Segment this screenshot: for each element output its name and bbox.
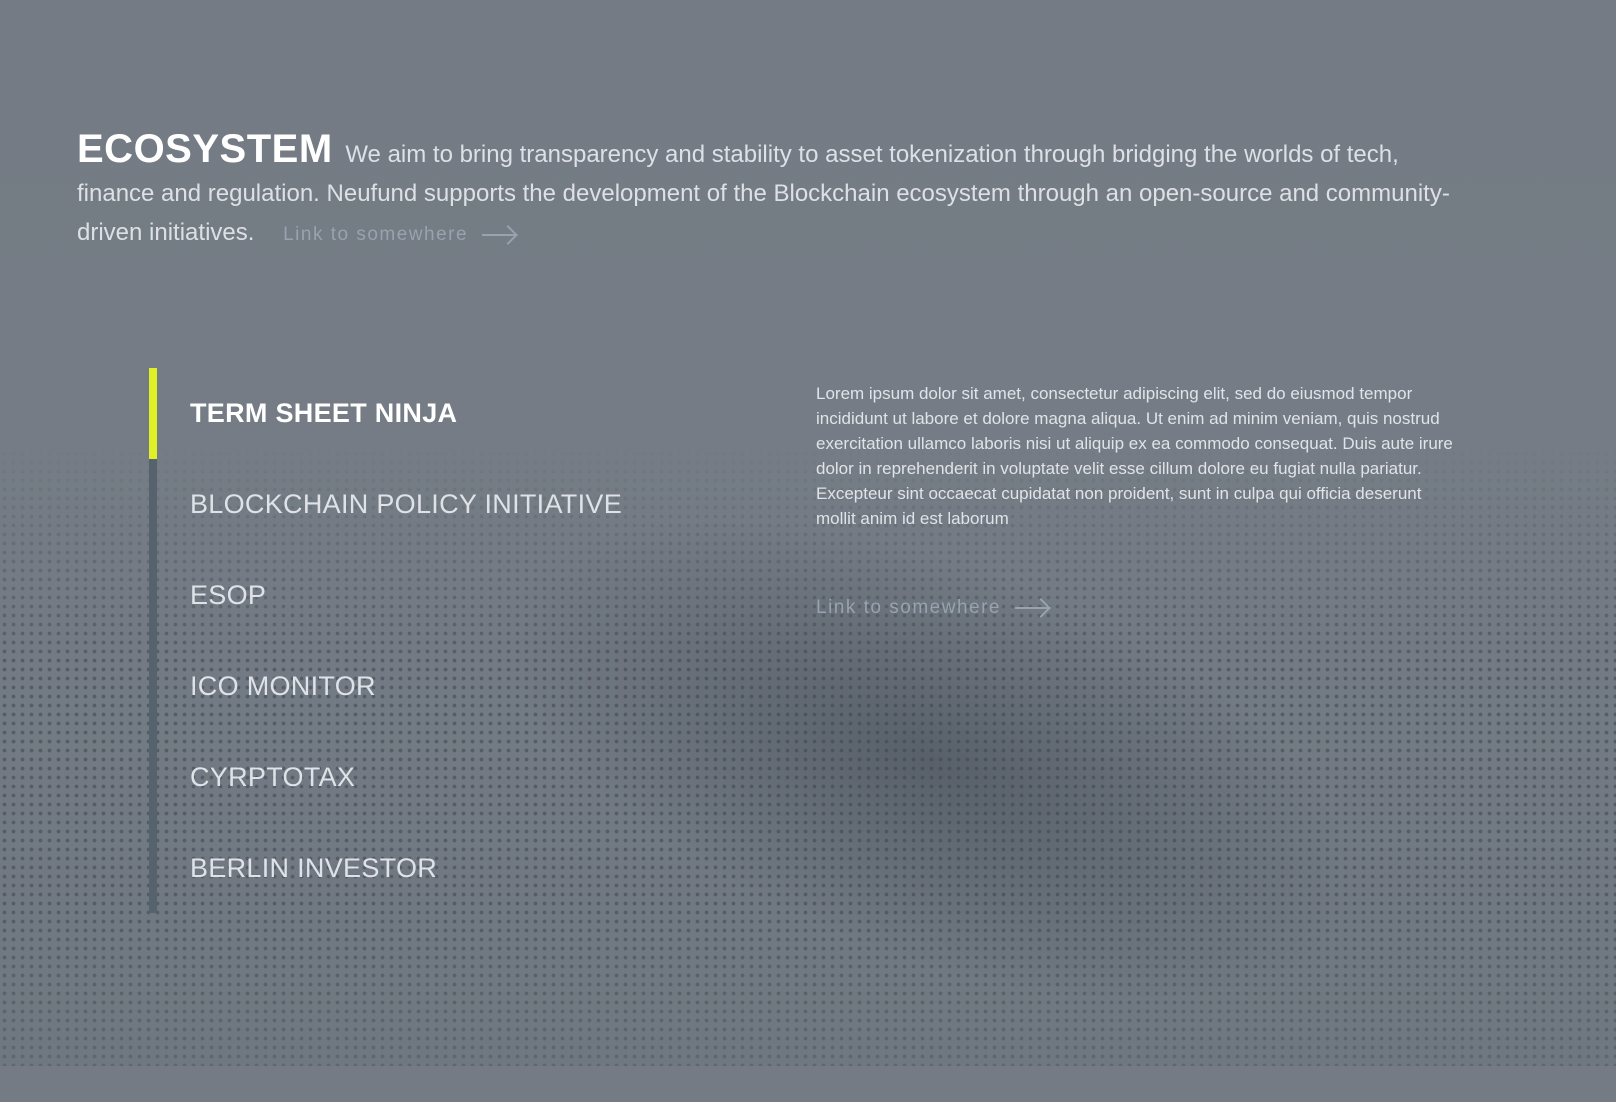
menu-item-blockchain-policy-initiative[interactable]: BLOCKCHAIN POLICY INITIATIVE — [190, 459, 622, 550]
menu-rail — [149, 368, 157, 913]
intro-section: ECOSYSTEM We aim to bring transparency a… — [77, 127, 1477, 254]
detail-link-label: Link to somewhere — [816, 597, 1001, 618]
intro-link-label: Link to somewhere — [283, 224, 469, 245]
active-indicator — [149, 368, 157, 459]
arrow-right-icon — [1014, 606, 1049, 609]
menu-item-cryptotax[interactable]: CYRPTOTAX — [190, 732, 622, 823]
arrow-right-icon — [482, 233, 517, 236]
menu-item-esop[interactable]: ESOP — [190, 550, 622, 641]
intro-link[interactable]: Link to somewhere — [283, 224, 517, 245]
section-title: ECOSYSTEM — [77, 127, 333, 171]
initiatives-menu: TERM SHEET NINJA BLOCKCHAIN POLICY INITI… — [190, 368, 622, 914]
initiative-description: Lorem ipsum dolor sit amet, consectetur … — [816, 384, 1453, 528]
menu-item-berlin-investor[interactable]: BERLIN INVESTOR — [190, 823, 622, 914]
menu-item-term-sheet-ninja[interactable]: TERM SHEET NINJA — [190, 368, 622, 459]
menu-item-ico-monitor[interactable]: ICO MONITOR — [190, 641, 622, 732]
detail-link[interactable]: Link to somewhere — [816, 597, 1049, 619]
